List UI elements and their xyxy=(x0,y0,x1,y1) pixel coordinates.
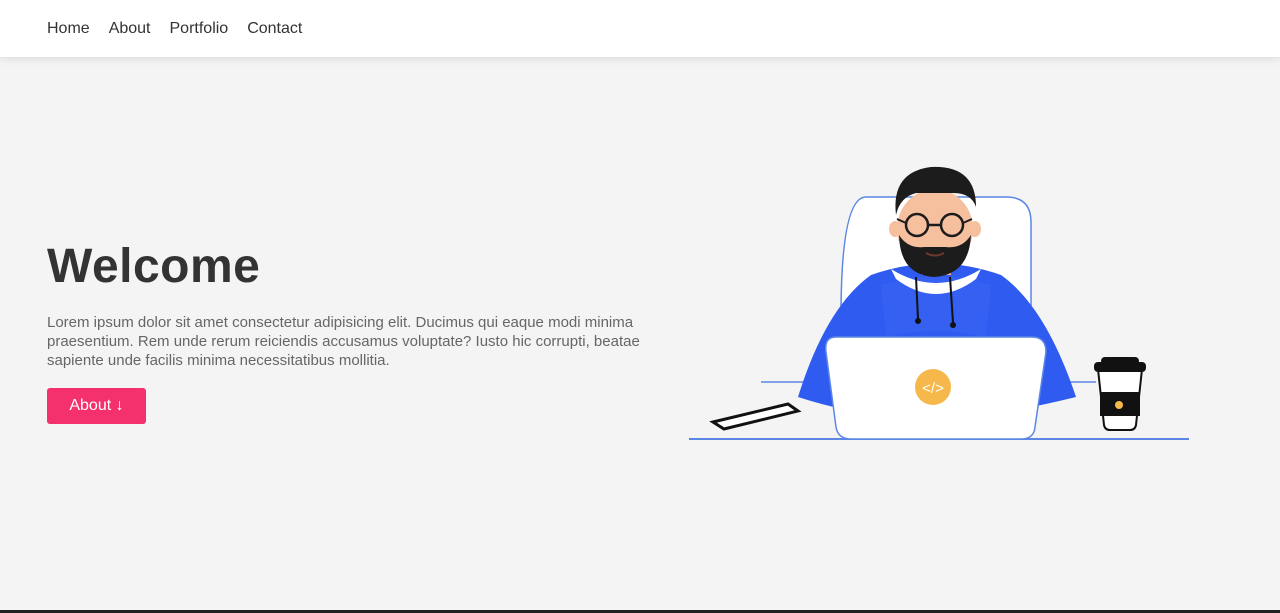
nav-link-portfolio[interactable]: Portfolio xyxy=(170,20,229,38)
phone-icon xyxy=(709,402,802,431)
about-button[interactable]: About ↓ xyxy=(47,388,146,424)
nav-link-about[interactable]: About xyxy=(109,20,151,38)
nav-link-contact[interactable]: Contact xyxy=(247,20,302,38)
page-title: Welcome xyxy=(47,240,261,293)
top-navbar: Home About Portfolio Contact xyxy=(0,0,1280,57)
developer-illustration: </> xyxy=(689,166,1189,440)
hero-section: Welcome Lorem ipsum dolor sit amet conse… xyxy=(0,57,1280,610)
intro-paragraph: Lorem ipsum dolor sit amet consectetur a… xyxy=(47,314,640,369)
code-symbol: </> xyxy=(922,380,944,397)
nav-link-home[interactable]: Home xyxy=(47,20,90,38)
